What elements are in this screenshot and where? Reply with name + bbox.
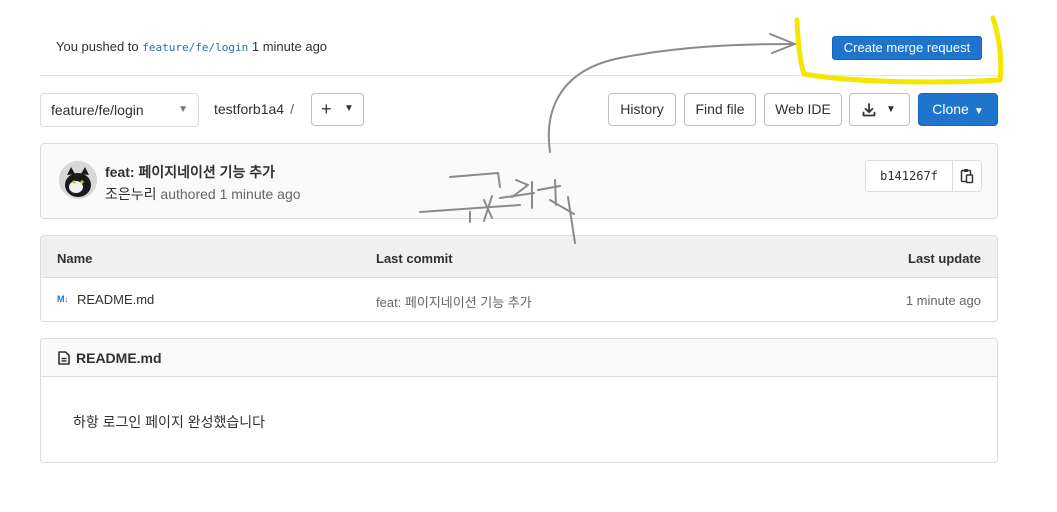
find-file-button[interactable]: Find file (684, 93, 756, 126)
clone-button[interactable]: Clone ▼ (918, 93, 998, 126)
table-row[interactable]: M↓ README.md feat: 페이지네이션 기능 추가 1 minute… (41, 279, 997, 321)
chevron-down-icon: ▼ (886, 104, 896, 115)
commit-title-link[interactable]: feat: 페이지네이션 기능 추가 (105, 162, 275, 182)
commit-author-link[interactable]: 조은누리 (105, 186, 157, 202)
readme-content: 하항 로그인 페이지 완성했습니다 (73, 414, 265, 430)
commit-sha-group: b141267f (865, 160, 982, 192)
chevron-down-icon: ▼ (973, 106, 984, 117)
plus-icon: + (321, 99, 332, 119)
copy-icon (960, 169, 974, 184)
commit-sha-label[interactable]: b141267f (866, 161, 952, 191)
chevron-down-icon: ▼ (344, 103, 354, 114)
file-name-link[interactable]: README.md (77, 292, 154, 307)
push-text-prefix: You pushed to (56, 39, 139, 54)
readme-header: README.md (41, 339, 997, 377)
create-merge-request-button[interactable]: Create merge request (832, 36, 982, 60)
breadcrumb-separator: / (290, 101, 294, 117)
branch-selector[interactable]: feature/fe/login ▼ (40, 93, 199, 127)
breadcrumb: testforb1a4 / (214, 101, 294, 117)
avatar[interactable] (59, 161, 97, 199)
row-commit-link[interactable]: feat: 페이지네이션 기능 추가 (376, 292, 532, 311)
copy-sha-button[interactable] (952, 161, 981, 191)
clone-button-label: Clone (932, 101, 969, 117)
breadcrumb-project-link[interactable]: testforb1a4 (214, 101, 284, 117)
file-icon (58, 351, 70, 365)
commit-meta: 조은누리 authored 1 minute ago (105, 184, 301, 204)
pushed-branch-link[interactable]: feature/fe/login (142, 41, 248, 54)
markdown-file-icon: M↓ (57, 294, 69, 304)
row-update-time: 1 minute ago (905, 293, 981, 308)
chevron-down-icon: ▼ (178, 104, 188, 115)
push-notification-banner: You pushed to feature/fe/login 1 minute … (40, 20, 998, 76)
web-ide-button[interactable]: Web IDE (764, 93, 842, 126)
avatar-image (59, 161, 97, 199)
download-icon (862, 103, 876, 117)
readme-panel: README.md 하항 로그인 페이지 완성했습니다 (40, 338, 998, 463)
column-header-last-commit: Last commit (376, 251, 453, 266)
push-time: 1 minute ago (251, 39, 328, 54)
branch-selector-value: feature/fe/login (51, 102, 144, 118)
table-header: Name Last commit Last update (41, 236, 997, 278)
history-button[interactable]: History (608, 93, 676, 126)
add-to-tree-dropdown[interactable]: + ▼ (311, 93, 364, 126)
column-header-last-update: Last update (908, 251, 981, 266)
column-header-name: Name (57, 251, 93, 266)
file-tree-table: Name Last commit Last update M↓ README.m… (40, 235, 998, 322)
push-message: You pushed to feature/fe/login 1 minute … (56, 39, 327, 54)
commit-authored-time: authored 1 minute ago (160, 186, 301, 202)
readme-title-link[interactable]: README.md (76, 350, 162, 366)
download-dropdown-button[interactable]: ▼ (849, 93, 910, 126)
last-commit-panel: feat: 페이지네이션 기능 추가 조은누리 authored 1 minut… (40, 143, 998, 219)
